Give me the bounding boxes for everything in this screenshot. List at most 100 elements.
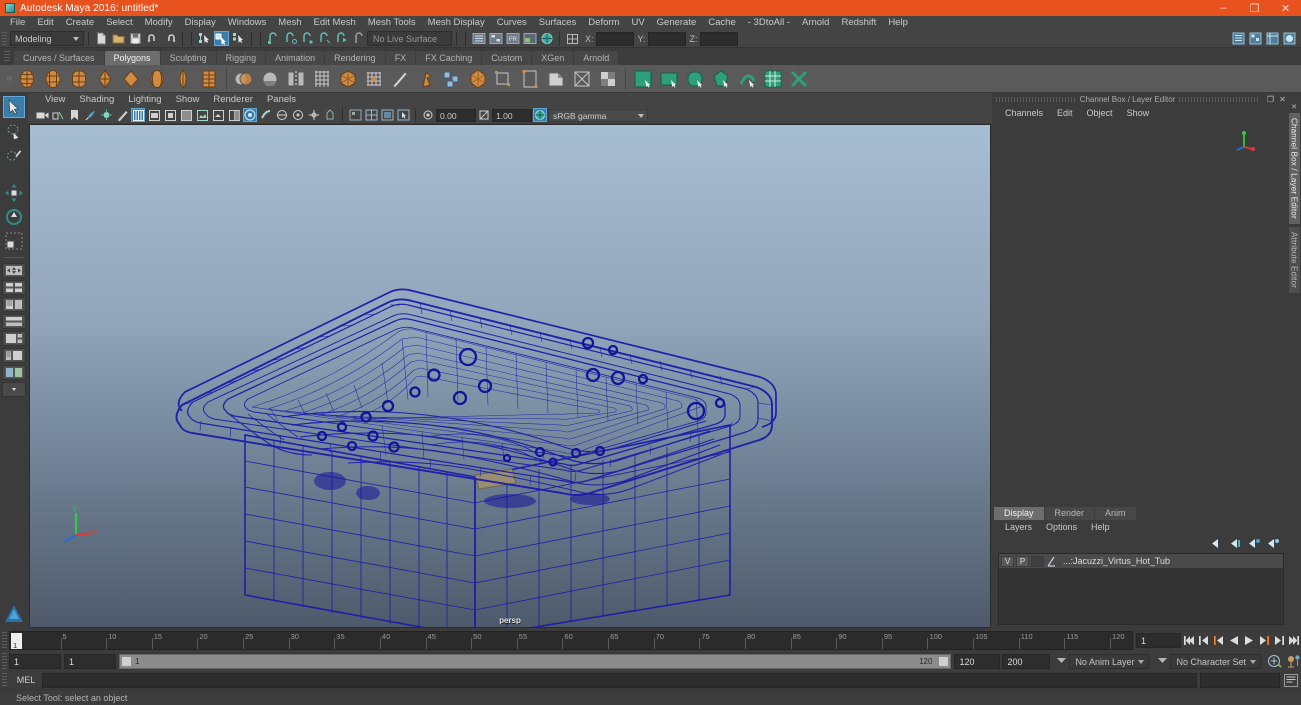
uv-layout-icon[interactable] xyxy=(761,67,785,91)
color-management-icon[interactable] xyxy=(533,108,547,122)
live-surface-field[interactable]: No Live Surface xyxy=(367,31,452,46)
shelf-tab-fx-caching[interactable]: FX Caching xyxy=(416,51,482,65)
step-forward-key-icon[interactable] xyxy=(1257,632,1271,648)
show-render-view-icon[interactable] xyxy=(522,31,537,46)
layout-persp-outliner[interactable] xyxy=(2,348,26,363)
smooth-shade-all-icon[interactable] xyxy=(147,108,161,122)
sidebar-channel-icon[interactable] xyxy=(1265,31,1280,46)
layer-visibility-toggle[interactable]: V xyxy=(1001,555,1014,567)
poly-torus-icon[interactable] xyxy=(119,67,143,91)
channelbox-menu-channels[interactable]: Channels xyxy=(998,106,1050,120)
menu-arnold[interactable]: Arnold xyxy=(796,16,835,30)
redo-icon[interactable] xyxy=(162,31,177,46)
side-tab-attribute-editor[interactable]: Attribute Editor xyxy=(1288,226,1300,293)
poly-plane-icon[interactable] xyxy=(145,67,169,91)
screen-space-ao-icon[interactable] xyxy=(243,108,257,122)
mirror-icon[interactable] xyxy=(284,67,308,91)
isolate-select-icon[interactable] xyxy=(307,108,321,122)
channelbox-menu-object[interactable]: Object xyxy=(1080,106,1120,120)
sidebar-layer-icon[interactable] xyxy=(1282,31,1297,46)
layer-menu-help[interactable]: Help xyxy=(1084,520,1117,534)
range-slider-bar[interactable]: 1 120 xyxy=(119,653,952,669)
go-to-end-icon[interactable] xyxy=(1287,632,1301,648)
close-button[interactable]: ✕ xyxy=(1270,0,1301,16)
layer-next-icon[interactable] xyxy=(1247,537,1260,550)
xray-icon[interactable] xyxy=(323,108,337,122)
viewport-menu-lighting[interactable]: Lighting xyxy=(121,93,168,107)
snap-to-curve-icon[interactable] xyxy=(283,31,298,46)
channelbox-menu-show[interactable]: Show xyxy=(1120,106,1157,120)
image-plane-icon[interactable] xyxy=(83,108,97,122)
flat-shade-icon[interactable] xyxy=(179,108,193,122)
script-editor-icon[interactable] xyxy=(1283,673,1299,688)
layer-tab-anim[interactable]: Anim xyxy=(1095,507,1136,520)
menu-curves[interactable]: Curves xyxy=(491,16,533,30)
save-scene-icon[interactable] xyxy=(128,31,143,46)
select-component-icon[interactable] xyxy=(231,31,246,46)
side-close-icon[interactable]: ✕ xyxy=(1291,103,1297,111)
shelf-tab-sculpting[interactable]: Sculpting xyxy=(160,51,216,65)
bool-difference-icon[interactable] xyxy=(518,67,542,91)
shelf-tab-rigging[interactable]: Rigging xyxy=(216,51,266,65)
layer-menu-layers[interactable]: Layers xyxy=(998,520,1039,534)
channelbox-menu-edit[interactable]: Edit xyxy=(1050,106,1080,120)
shelf-tab-animation[interactable]: Animation xyxy=(266,51,325,65)
layer-prev-icon[interactable] xyxy=(1228,537,1241,550)
step-forward-frame-icon[interactable] xyxy=(1272,632,1286,648)
open-scene-icon[interactable] xyxy=(111,31,126,46)
menu-generate[interactable]: Generate xyxy=(651,16,703,30)
select-hierarchy-icon[interactable] xyxy=(197,31,212,46)
snap-to-projected-center-icon[interactable] xyxy=(317,31,332,46)
select-tool[interactable] xyxy=(3,96,25,118)
menu-surfaces[interactable]: Surfaces xyxy=(533,16,583,30)
snap-to-view-plane-icon[interactable] xyxy=(334,31,349,46)
shelf-tab-curves-surfaces[interactable]: Curves / Surfaces xyxy=(14,51,104,65)
bool-union-icon[interactable] xyxy=(544,67,568,91)
time-slider[interactable]: 1 5 10 15 20 25 30 35 40 45 50 55 60 65 70 75 80 85 90 95 1… xyxy=(9,630,1133,650)
shelf-tab-arnold[interactable]: Arnold xyxy=(574,51,619,65)
color-management-dropdown[interactable]: sRGB gamma xyxy=(548,108,648,122)
poly-disc-icon[interactable] xyxy=(171,67,195,91)
scale-tool[interactable] xyxy=(3,230,25,252)
menu-display[interactable]: Display xyxy=(179,16,222,30)
command-input[interactable] xyxy=(42,672,1197,688)
paint-select-tool[interactable] xyxy=(3,144,25,166)
menu-3dtoall[interactable]: - 3DtoAll - xyxy=(742,16,796,30)
layer-list[interactable]: V P ...:Jacuzzi_Virtus_Hot_Tub xyxy=(998,553,1284,625)
time-cursor[interactable]: 1 xyxy=(11,632,22,649)
boolean-icon[interactable] xyxy=(492,67,516,91)
anim-layer-selector[interactable]: No Anim Layer xyxy=(1069,653,1150,669)
step-back-frame-icon[interactable] xyxy=(1197,632,1211,648)
bevel-icon[interactable] xyxy=(466,67,490,91)
shelf-options-icon[interactable]: ○ xyxy=(4,74,14,83)
command-language-button[interactable]: MEL xyxy=(10,675,42,685)
new-scene-icon[interactable] xyxy=(94,31,109,46)
shelf-tab-xgen[interactable]: XGen xyxy=(532,51,574,65)
menu-modify[interactable]: Modify xyxy=(139,16,179,30)
step-back-key-icon[interactable] xyxy=(1212,632,1226,648)
lasso-select-tool[interactable] xyxy=(3,120,25,142)
viewport-menu-shading[interactable]: Shading xyxy=(72,93,121,107)
layout-two-pane-stacked[interactable] xyxy=(2,314,26,329)
menu-mesh-display[interactable]: Mesh Display xyxy=(422,16,491,30)
target-weld-icon[interactable] xyxy=(414,67,438,91)
minimize-button[interactable]: – xyxy=(1208,0,1239,16)
bool-intersect-icon[interactable] xyxy=(570,67,594,91)
make-live-icon[interactable] xyxy=(351,31,366,46)
side-tab-channel-box[interactable]: Channel Box / Layer Editor xyxy=(1288,113,1300,224)
character-set-selector[interactable]: No Character Set xyxy=(1170,653,1261,669)
uv-editor-icon[interactable] xyxy=(631,67,655,91)
separate-icon[interactable] xyxy=(258,67,282,91)
menu-uv[interactable]: UV xyxy=(625,16,650,30)
play-backwards-icon[interactable] xyxy=(1227,632,1241,648)
menu-select[interactable]: Select xyxy=(100,16,138,30)
bridge-icon[interactable] xyxy=(310,67,334,91)
layout-persp-graph[interactable] xyxy=(2,365,26,380)
go-to-start-icon[interactable] xyxy=(1182,632,1196,648)
two-sided-lighting-icon[interactable] xyxy=(51,108,65,122)
smooth-icon[interactable] xyxy=(336,67,360,91)
layer-menu-options[interactable]: Options xyxy=(1039,520,1084,534)
viewport-menu-show[interactable]: Show xyxy=(169,93,207,107)
layer-playback-toggle[interactable]: P xyxy=(1016,555,1029,567)
show-outliner-icon[interactable] xyxy=(471,31,486,46)
